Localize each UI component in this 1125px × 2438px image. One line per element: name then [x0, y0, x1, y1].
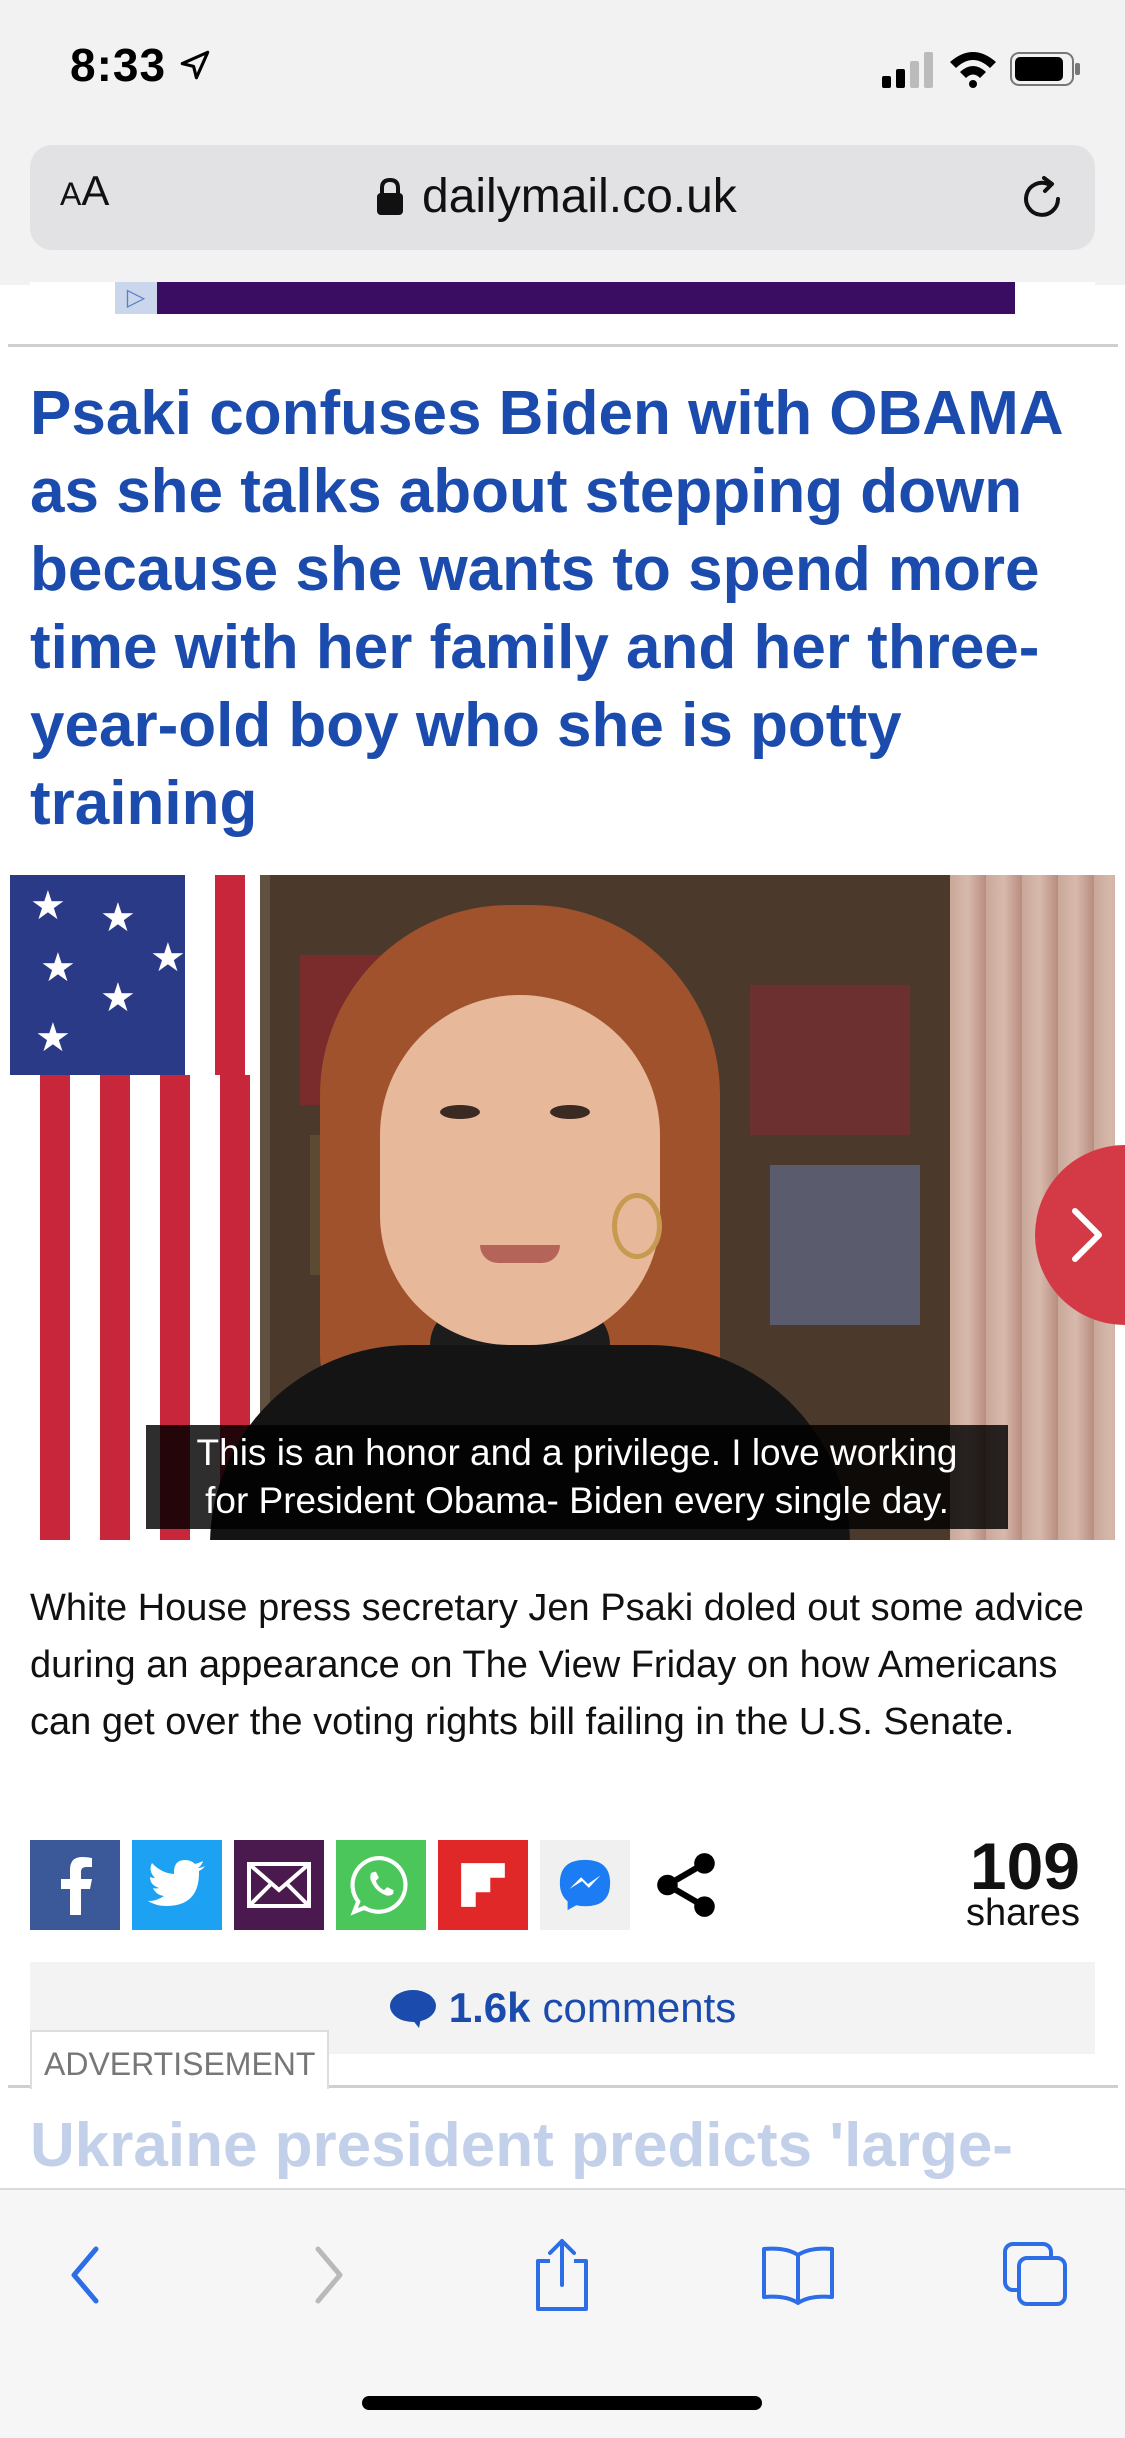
reader-text-size-button[interactable]: AA — [60, 167, 109, 215]
chevron-left-icon — [71, 2246, 99, 2304]
flag-star: ★ — [35, 1016, 71, 1060]
home-indicator[interactable] — [362, 2396, 762, 2410]
books — [750, 985, 910, 1135]
twitter-share-button[interactable] — [132, 1840, 222, 1930]
location-arrow-icon — [180, 50, 210, 80]
url-text[interactable]: dailymail.co.uk — [422, 169, 737, 224]
wifi-icon — [950, 52, 996, 88]
aa-small-label: A — [60, 176, 82, 212]
flipboard-share-button[interactable] — [438, 1840, 528, 1930]
lock-icon — [377, 177, 403, 215]
article-summary: White House press secretary Jen Psaki do… — [30, 1587, 1084, 1743]
chevron-right-icon — [315, 2246, 343, 2304]
speaker-earring — [612, 1193, 662, 1259]
chevron-right-icon — [1072, 1208, 1102, 1262]
speaker-mouth — [480, 1245, 560, 1263]
email-icon — [247, 1862, 311, 1908]
flag-star: ★ — [150, 936, 186, 980]
speaker-eye — [440, 1105, 480, 1119]
more-share-button[interactable] — [642, 1840, 732, 1930]
share-page-button[interactable] — [522, 2235, 602, 2315]
divider — [8, 344, 1118, 347]
speaker-eye — [550, 1105, 590, 1119]
flag-star: ★ — [100, 896, 136, 940]
top-ad-banner[interactable]: ▷ — [30, 282, 1095, 314]
flag-star: ★ — [100, 976, 136, 1020]
share-count-label: shares — [965, 1892, 1080, 1934]
forward-button[interactable] — [288, 2235, 368, 2315]
status-bar: 8:33 — [0, 0, 1125, 135]
aa-large-label: A — [81, 167, 110, 214]
video-caption-line: This is an honor and a privilege. I love… — [196, 1432, 958, 1473]
comments-count: 1.6k — [448, 1984, 531, 2031]
status-time: 8:33 — [70, 39, 167, 91]
flag-stripes — [185, 875, 260, 1075]
comment-bubble-icon — [389, 1990, 436, 2028]
video-caption-line: for President Obama- Biden every single … — [205, 1480, 949, 1521]
book-icon — [762, 2246, 834, 2305]
article-headline[interactable]: Psaki confuses Biden with OBAMA as she t… — [30, 375, 1100, 843]
bookmarks-button[interactable] — [758, 2235, 838, 2315]
whatsapp-share-button[interactable] — [336, 1840, 426, 1930]
tabs-icon — [1003, 2242, 1067, 2306]
messenger-icon — [559, 1859, 611, 1911]
ad-banner-image[interactable]: ▷ — [115, 282, 1015, 314]
address-bar-area: AA dailymail.co.uk — [0, 135, 1125, 285]
comments-label: comments — [542, 1984, 737, 2031]
books — [770, 1165, 920, 1325]
flipboard-icon — [461, 1863, 505, 1907]
messenger-share-button[interactable] — [540, 1840, 630, 1930]
video-caption: This is an honor and a privilege. I love… — [146, 1425, 1008, 1529]
facebook-icon — [61, 1857, 92, 1915]
whatsapp-icon — [350, 1856, 408, 1916]
facebook-share-button[interactable] — [30, 1840, 120, 1930]
share-icon — [657, 1853, 715, 1917]
twitter-icon — [148, 1860, 205, 1906]
next-article-headline[interactable]: Ukraine president predicts 'large- — [30, 2110, 1100, 2190]
ad-choices-icon[interactable]: ▷ — [115, 282, 157, 314]
speaker-face — [380, 995, 660, 1345]
article-video[interactable]: ★ ★ ★ ★ ★ ★ This is an honor and a privi… — [10, 875, 1115, 1540]
battery-icon — [1010, 52, 1080, 86]
address-bar[interactable]: AA dailymail.co.uk — [30, 145, 1095, 250]
advertisement-label: ADVERTISEMENT — [30, 2030, 330, 2089]
share-upload-icon — [536, 2239, 588, 2311]
flag-star: ★ — [40, 946, 76, 990]
email-share-button[interactable] — [234, 1840, 324, 1930]
reload-icon[interactable] — [1018, 175, 1066, 223]
tabs-button[interactable] — [996, 2235, 1076, 2315]
back-button[interactable] — [46, 2235, 126, 2315]
flag-star: ★ — [30, 884, 66, 928]
cellular-signal-icon — [882, 52, 933, 88]
